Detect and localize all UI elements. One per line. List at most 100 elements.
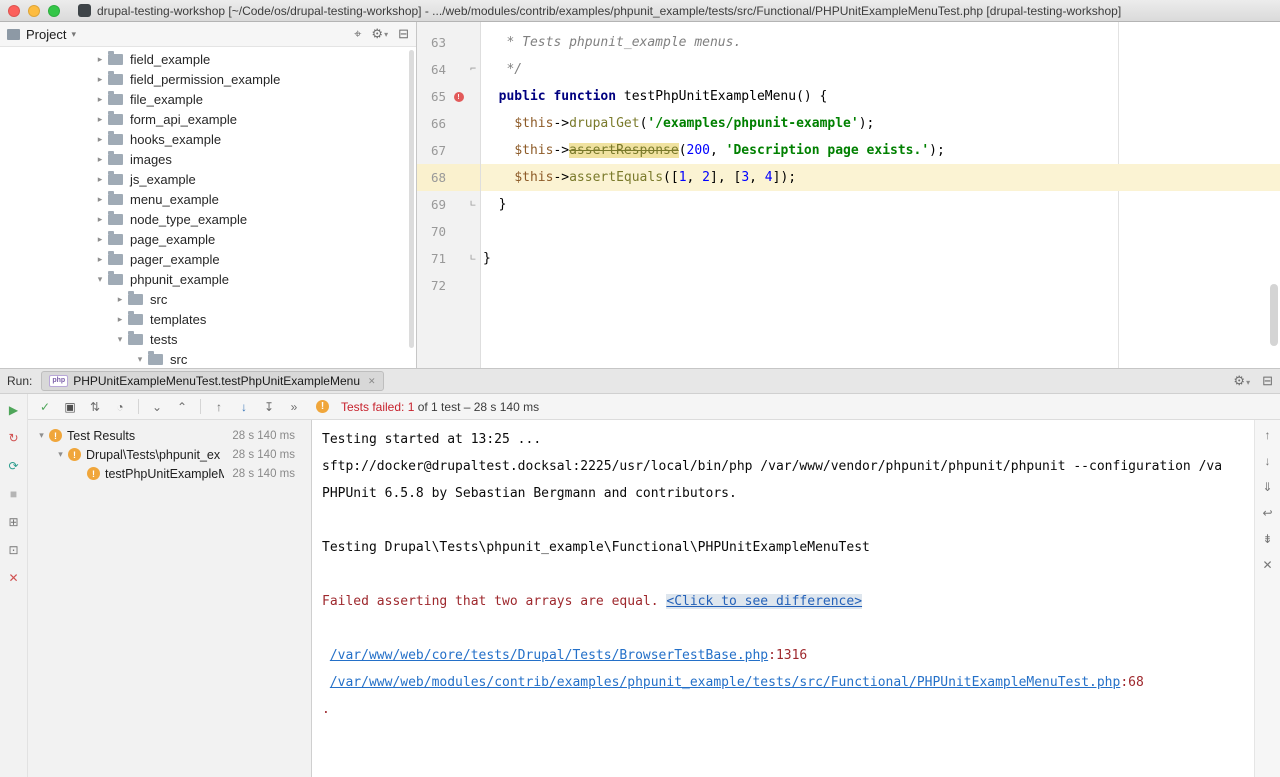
code-line[interactable]: */ (481, 56, 1280, 83)
code-editor[interactable]: 6364⌐65!66676869∟7071∟72 * Tests phpunit… (417, 22, 1280, 368)
pin-tab-icon[interactable]: ⊡ (6, 542, 22, 558)
test-failed-gutter-icon[interactable]: ! (451, 92, 466, 102)
chevron-right-icon[interactable]: ▸ (112, 314, 128, 325)
next-failed-test-icon[interactable]: ↓ (235, 398, 253, 416)
project-tree-item[interactable]: ▸pager_example (0, 249, 416, 269)
close-window-button[interactable] (8, 5, 20, 17)
scroll-to-end-icon[interactable]: ⇟ (1260, 531, 1276, 547)
fold-marker-icon[interactable]: ∟ (466, 253, 480, 264)
project-tree-item[interactable]: ▸hooks_example (0, 129, 416, 149)
run-tab[interactable]: php PHPUnitExampleMenuTest.testPhpUnitEx… (41, 371, 383, 391)
expand-all-icon[interactable]: ⌄ (148, 398, 166, 416)
code-line[interactable]: } (481, 245, 1280, 272)
gutter-line[interactable]: 67 (417, 137, 480, 164)
soft-wrap-icon[interactable]: ↩ (1260, 505, 1276, 521)
restore-layout-icon[interactable]: ⊞ (6, 514, 22, 530)
gutter-line[interactable]: 69∟ (417, 191, 480, 218)
project-scrollbar[interactable] (409, 50, 414, 348)
sort-alphabetically-icon[interactable]: ⇅ (86, 398, 104, 416)
show-passed-icon[interactable]: ✓ (36, 398, 54, 416)
project-tree-item[interactable]: ▸js_example (0, 169, 416, 189)
clear-console-icon[interactable]: ✕ (1260, 557, 1276, 573)
project-tree-item[interactable]: ▸menu_example (0, 189, 416, 209)
project-tree-item[interactable]: ▸field_permission_example (0, 69, 416, 89)
code-line[interactable]: $this->drupalGet('/examples/phpunit-exam… (481, 110, 1280, 137)
chevron-down-icon[interactable]: ▾ (34, 430, 49, 441)
chevron-right-icon[interactable]: ▸ (112, 294, 128, 305)
hide-panel-icon[interactable]: ⊟ (1262, 373, 1273, 389)
test-history-icon[interactable]: ↧ (260, 398, 278, 416)
gutter-line[interactable]: 64⌐ (417, 56, 480, 83)
rerun-failed-tests-icon[interactable]: ↻ (6, 430, 22, 446)
chevron-right-icon[interactable]: ▸ (92, 234, 108, 245)
gutter-line[interactable]: 70 (417, 218, 480, 245)
toggle-auto-test-icon[interactable]: ⟳ (6, 458, 22, 474)
code-line[interactable] (481, 218, 1280, 245)
gutter-line[interactable]: 72 (417, 272, 480, 299)
chevron-down-icon[interactable]: ▾ (132, 354, 148, 365)
console-output[interactable]: Testing started at 13:25 ...sftp://docke… (312, 420, 1254, 777)
zoom-window-button[interactable] (48, 5, 60, 17)
close-tab-icon[interactable]: ✕ (368, 376, 376, 387)
show-ignored-icon[interactable]: ▣ (61, 398, 79, 416)
stop-icon[interactable]: ■ (6, 486, 22, 502)
code-line[interactable]: * Tests phpunit_example menus. (481, 29, 1280, 56)
sort-by-duration-icon[interactable]: ◔ (111, 398, 129, 416)
project-tree-item[interactable]: ▸templates (0, 309, 416, 329)
chevron-right-icon[interactable]: ▸ (92, 54, 108, 65)
project-tree-item[interactable]: ▸field_example (0, 49, 416, 69)
editor-code[interactable]: * Tests phpunit_example menus. */ public… (481, 22, 1280, 368)
chevron-right-icon[interactable]: ▸ (92, 94, 108, 105)
console-link[interactable]: /var/www/web/modules/contrib/examples/ph… (330, 675, 1121, 690)
test-tree-item[interactable]: ▾!Drupal\Tests\phpunit_ex28 s 140 ms (28, 445, 311, 464)
settings-icon[interactable]: ⚙▾ (371, 26, 388, 42)
project-tree-item[interactable]: ▸file_example (0, 89, 416, 109)
chevron-right-icon[interactable]: ▸ (92, 154, 108, 165)
project-tree-item[interactable]: ▸form_api_example (0, 109, 416, 129)
project-tree-item[interactable]: ▸src (0, 289, 416, 309)
test-tree-item[interactable]: !testPhpUnitExampleM28 s 140 ms (28, 464, 311, 483)
chevron-right-icon[interactable]: ▸ (92, 114, 108, 125)
chevron-down-icon[interactable]: ▾ (71, 29, 76, 40)
project-tree-item[interactable]: ▾tests (0, 329, 416, 349)
code-line[interactable]: $this->assertEquals([1, 2], [3, 4]); (481, 164, 1280, 191)
minimize-window-button[interactable] (28, 5, 40, 17)
console-link[interactable]: /var/www/web/core/tests/Drupal/Tests/Bro… (330, 648, 768, 663)
close-icon[interactable]: ✕ (6, 570, 22, 586)
project-tree-item[interactable]: ▸images (0, 149, 416, 169)
chevron-down-icon[interactable]: ▾ (112, 334, 128, 345)
gutter-line[interactable]: 71∟ (417, 245, 480, 272)
project-tree-item[interactable]: ▾phpunit_example (0, 269, 416, 289)
previous-failed-test-icon[interactable]: ↑ (210, 398, 228, 416)
project-tree-item[interactable]: ▸page_example (0, 229, 416, 249)
fold-marker-icon[interactable]: ⌐ (466, 64, 480, 75)
collapse-all-icon[interactable]: ⌃ (173, 398, 191, 416)
project-tree-item[interactable]: ▾src (0, 349, 416, 368)
gutter-line[interactable]: 66 (417, 110, 480, 137)
chevron-right-icon[interactable]: ▸ (92, 214, 108, 225)
console-up-icon[interactable]: ↑ (1260, 427, 1276, 443)
code-line[interactable] (481, 272, 1280, 299)
chevron-right-icon[interactable]: ▸ (92, 254, 108, 265)
chevron-right-icon[interactable]: ▸ (92, 134, 108, 145)
export-test-results-icon[interactable]: ⇓ (1260, 479, 1276, 495)
chevron-down-icon[interactable]: ▾ (92, 274, 108, 285)
code-line[interactable]: public function testPhpUnitExampleMenu()… (481, 83, 1280, 110)
test-tree-item[interactable]: ▾!Test Results28 s 140 ms (28, 426, 311, 445)
rerun-test-icon[interactable]: ▶ (6, 402, 22, 418)
code-line[interactable]: $this->assertResponse(200, 'Description … (481, 137, 1280, 164)
console-down-icon[interactable]: ↓ (1260, 453, 1276, 469)
gutter-line[interactable]: 68 (417, 164, 480, 191)
hide-panel-icon[interactable]: ⊟ (398, 26, 409, 42)
chevron-right-icon[interactable]: ▸ (92, 174, 108, 185)
code-line[interactable]: } (481, 191, 1280, 218)
gutter-line[interactable]: 63 (417, 29, 480, 56)
project-panel-title[interactable]: Project (26, 27, 66, 42)
chevron-down-icon[interactable]: ▾ (53, 449, 68, 460)
chevron-right-icon[interactable]: ▸ (92, 194, 108, 205)
more-actions-icon[interactable]: » (285, 398, 303, 416)
test-failed-ball-icon[interactable]: ! (454, 92, 464, 102)
scroll-from-source-icon[interactable]: ⌖ (354, 26, 361, 42)
settings-icon[interactable]: ⚙▾ (1233, 373, 1250, 389)
gutter-line[interactable]: 65! (417, 83, 480, 110)
